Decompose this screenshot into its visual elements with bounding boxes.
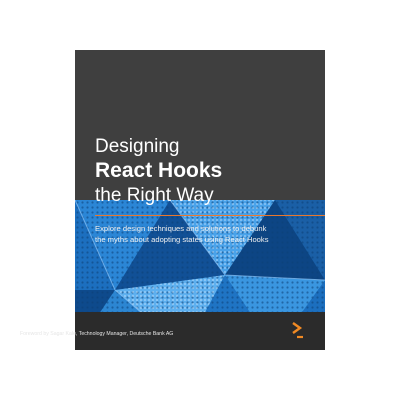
book-title-line-3: the Right Way xyxy=(95,185,214,206)
book-subtitle: Explore design techniques and solutions … xyxy=(95,223,315,245)
subtitle-line-1: Explore design techniques and solutions … xyxy=(95,224,267,233)
publisher-logo-icon xyxy=(292,322,303,339)
accent-rule xyxy=(95,215,325,216)
book-title-line-2: React Hooks xyxy=(95,159,223,182)
subtitle-line-2: the myths about adopting states using Re… xyxy=(95,235,269,244)
foreword-credit: Foreword by Sagar Kale, Technology Manag… xyxy=(20,331,174,337)
book-title-line-1: Designing xyxy=(95,136,180,157)
author-name: Fang Jin xyxy=(20,318,55,328)
book-cover: Designing React Hooks the Right Way Expl… xyxy=(75,50,325,350)
